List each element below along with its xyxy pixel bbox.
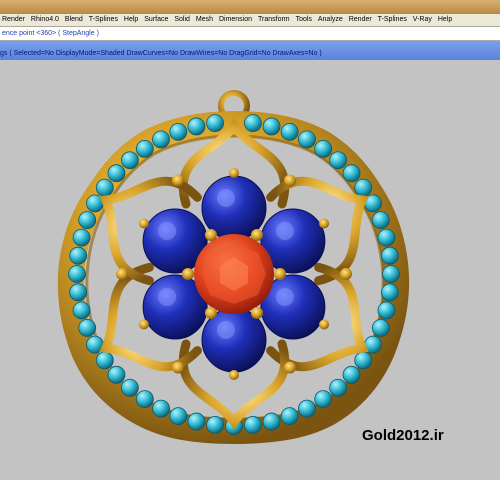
turquoise-stone [329, 378, 348, 397]
turquoise-stone [377, 301, 396, 320]
gold-bead-inner [274, 268, 286, 280]
turquoise-stone [371, 318, 390, 337]
turquoise-stone [354, 351, 373, 370]
turquoise-stone [244, 114, 262, 133]
turquoise-stone [120, 151, 139, 170]
menu-item-vray[interactable]: V-Ray [411, 14, 434, 26]
turquoise-stone [314, 140, 333, 158]
turquoise-stone [244, 415, 262, 434]
gold-bead-outer [172, 361, 184, 374]
menu-item-help-2[interactable]: Help [436, 14, 454, 26]
menu-item-blend[interactable]: Blend [63, 14, 85, 26]
turquoise-stone [78, 211, 97, 230]
turquoise-stone [380, 283, 399, 302]
gold-bead-outer [284, 174, 296, 187]
turquoise-stone [169, 122, 188, 141]
menu-item-surface[interactable]: Surface [142, 14, 170, 26]
turquoise-stone [262, 412, 281, 431]
turquoise-stone [187, 117, 206, 136]
turquoise-stone [371, 211, 390, 230]
turquoise-stone [314, 390, 333, 408]
turquoise-stone [72, 228, 91, 247]
turquoise-stone [152, 130, 170, 149]
title-bar-strip [0, 0, 500, 14]
turquoise-stone [298, 130, 316, 149]
watermark: Gold2012.ir [362, 427, 444, 444]
command-options-text: gs ( Selected=No DisplayMode=Shaded Draw… [0, 50, 322, 57]
gold-bead-outer [340, 268, 352, 280]
gold-bead-outer [172, 174, 184, 187]
turquoise-stone [187, 412, 206, 431]
viewport[interactable] [0, 61, 500, 480]
turquoise-stone [354, 178, 373, 197]
menu-item-dimension[interactable]: Dimension [217, 14, 254, 26]
menu-item-transform[interactable]: Transform [256, 14, 292, 26]
gold-bead-inner [205, 229, 217, 242]
turquoise-stone [72, 301, 91, 320]
turquoise-stone [69, 246, 88, 265]
pendant-render [57, 90, 410, 445]
command-options[interactable]: gs ( Selected=No DisplayMode=Shaded Draw… [0, 48, 500, 60]
menu-item-mesh[interactable]: Mesh [194, 14, 215, 26]
command-prompt-text: ence point <360> ( StepAngle ) [2, 30, 99, 37]
menu-item-tsplines[interactable]: T-Splines [87, 14, 120, 26]
turquoise-stone [298, 399, 316, 418]
gold-bead-tip [138, 218, 149, 229]
gold-bead-inner [251, 229, 263, 242]
turquoise-stone [342, 164, 361, 183]
turquoise-stone [95, 178, 114, 197]
command-prompt[interactable]: ence point <360> ( StepAngle ) [0, 27, 500, 41]
menu-item-solid[interactable]: Solid [172, 14, 192, 26]
turquoise-stone [377, 228, 396, 247]
turquoise-stone [342, 365, 361, 384]
menu-item-help[interactable]: Help [122, 14, 140, 26]
menu-item-analyze[interactable]: Analyze [316, 14, 345, 26]
turquoise-stone [206, 415, 224, 434]
turquoise-stone [107, 164, 126, 183]
sapphire-highlight [217, 189, 235, 207]
gold-bead-outer [284, 361, 296, 374]
turquoise-stone [95, 351, 114, 370]
gold-bead-tip [138, 319, 149, 330]
gold-bead-tip [229, 370, 239, 380]
gold-bead-inner [205, 306, 217, 319]
menu-item-rhino4[interactable]: Rhino4.0 [29, 14, 61, 26]
menu-item-tsplines-2[interactable]: T-Splines [376, 14, 409, 26]
menu-bar: Render Rhino4.0 Blend T-Splines Help Sur… [0, 14, 500, 27]
sapphire-highlight [275, 288, 294, 306]
sapphire-highlight [158, 288, 177, 306]
menu-item-render[interactable]: Render [0, 14, 27, 26]
menu-item-render-2[interactable]: Render [347, 14, 374, 26]
turquoise-stone [135, 140, 154, 158]
turquoise-stone [380, 246, 399, 265]
turquoise-stone [152, 399, 170, 418]
gold-bead-inner [251, 306, 263, 319]
turquoise-stone [169, 407, 188, 426]
turquoise-stone [135, 390, 154, 408]
gold-bead-tip [319, 319, 330, 330]
turquoise-stone [382, 265, 400, 283]
sapphire-highlight [158, 222, 177, 240]
sapphire-highlight [275, 222, 294, 240]
turquoise-stone [107, 365, 126, 384]
gold-bead-tip [319, 218, 330, 229]
gold-bead-inner [182, 268, 194, 280]
turquoise-stone [120, 378, 139, 397]
turquoise-stone [280, 407, 299, 426]
gold-bead-outer [116, 268, 128, 280]
turquoise-stone [69, 283, 88, 302]
turquoise-stone [262, 117, 281, 136]
sapphire-highlight [217, 321, 235, 339]
turquoise-stone [329, 151, 348, 170]
turquoise-stone [78, 318, 97, 337]
turquoise-stone [68, 265, 86, 283]
center-ruby [194, 234, 274, 314]
menu-item-tools[interactable]: Tools [294, 14, 314, 26]
turquoise-stone [280, 122, 299, 141]
turquoise-stone [206, 114, 224, 133]
gold-bead-tip [229, 168, 239, 178]
